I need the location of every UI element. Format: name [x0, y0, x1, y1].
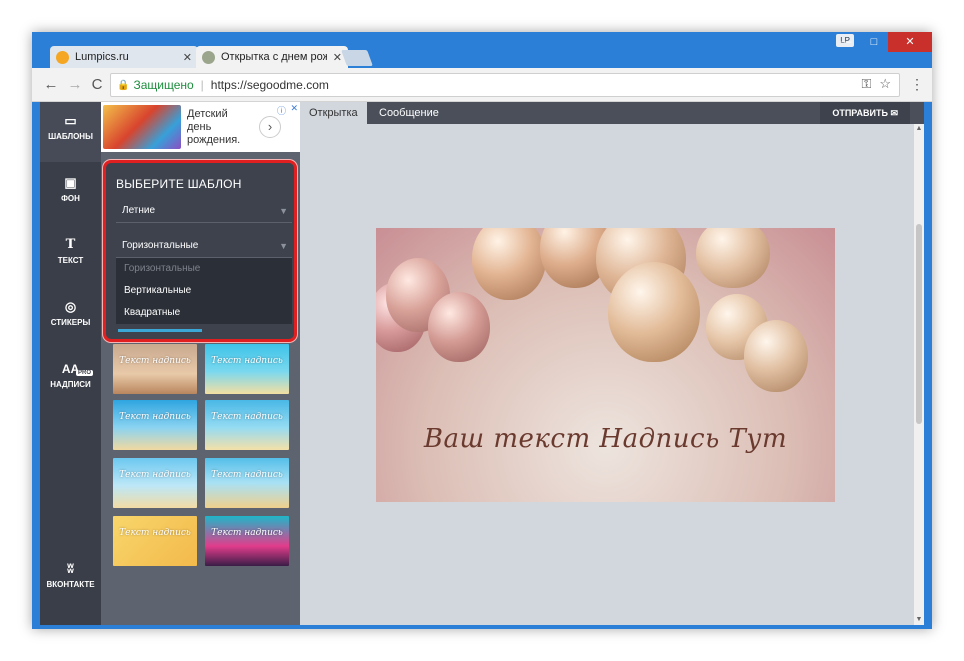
- rail-item-inscriptions[interactable]: PRO AA НАДПИСИ: [40, 350, 101, 410]
- ad-banner[interactable]: Детский день рождения. › ⓘ ✕: [101, 102, 300, 152]
- close-tab-icon[interactable]: ✕: [183, 51, 192, 64]
- ad-info-icon[interactable]: ⓘ: [277, 104, 286, 117]
- rail-item-background[interactable]: ▣ ФОН: [40, 164, 101, 224]
- minimize-button[interactable]: —: [832, 32, 860, 52]
- template-selector: ВЫБЕРИТЕ ШАБЛОН Летние ▼ Горизонтальные …: [103, 160, 297, 342]
- pro-badge: PRO: [75, 370, 93, 376]
- rail-item-stickers[interactable]: ◎ СТИКЕРЫ: [40, 288, 101, 348]
- template-thumbnail[interactable]: Текст надпись: [205, 458, 289, 508]
- template-thumbnail[interactable]: Текст надпись: [205, 344, 289, 394]
- balloon: [744, 320, 808, 392]
- window-controls: — □ ✕: [832, 32, 932, 52]
- tab-card[interactable]: Открытка с днем рожде ✕: [196, 46, 348, 68]
- rail-item-vk[interactable]: ʬ ВКОНТАКТЕ: [40, 550, 101, 610]
- content-tabs: Открытка Сообщение ОТПРАВИТЬ ✉: [300, 102, 924, 124]
- vk-icon: ʬ: [67, 561, 74, 576]
- more-menu-icon[interactable]: ⋮: [910, 76, 924, 92]
- active-underline: [118, 329, 202, 332]
- browser-toolbar: ← → C 🔒 Защищено | https://segoodme.com …: [32, 68, 932, 102]
- editor-sidebar: ▭ ШАБЛОНЫ ▣ ФОН T ТЕКСТ ◎ СТИКЕРЫ PRO AA…: [40, 102, 101, 625]
- option-square[interactable]: Квадратные: [116, 302, 292, 324]
- dropdown-value: Горизонтальные: [122, 240, 199, 251]
- thumb-caption: Текст надпись: [119, 470, 191, 480]
- address-bar-actions: ⚿ ☆: [861, 76, 891, 92]
- rail-label: ШАБЛОНЫ: [48, 132, 93, 141]
- orientation-dropdown[interactable]: Горизонтальные ▼: [116, 234, 292, 258]
- tab-label: Lumpics.ru: [75, 51, 129, 63]
- thumb-caption: Текст надпись: [119, 412, 191, 422]
- thumb-caption: Текст надпись: [119, 528, 191, 538]
- lock-icon: 🔒: [117, 79, 130, 91]
- rail-item-templates[interactable]: ▭ ШАБЛОНЫ: [40, 102, 101, 162]
- scroll-down-icon[interactable]: ▼: [914, 615, 924, 625]
- thumb-caption: Текст надпись: [119, 356, 191, 366]
- rail-item-text[interactable]: T ТЕКСТ: [40, 226, 101, 286]
- address-bar[interactable]: 🔒 Защищено | https://segoodme.com ⚿ ☆: [110, 73, 900, 97]
- template-thumbnail[interactable]: Текст надпись: [113, 344, 197, 394]
- back-button[interactable]: ←: [42, 76, 60, 94]
- page-viewport: ▭ ШАБЛОНЫ ▣ ФОН T ТЕКСТ ◎ СТИКЕРЫ PRO AA…: [40, 102, 924, 625]
- template-icon: ▭: [64, 113, 77, 128]
- scrollbar[interactable]: ▲ ▼: [914, 124, 924, 625]
- close-tab-icon[interactable]: ✕: [333, 51, 342, 64]
- url-text[interactable]: https://segoodme.com: [211, 78, 329, 92]
- browser-window: Lumpics.ru ✕ Открытка с днем рожде ✕ LP …: [32, 32, 932, 629]
- key-icon[interactable]: ⚿: [861, 76, 871, 92]
- card-text[interactable]: Ваш текст Надпись Тут: [376, 424, 835, 454]
- ad-text: Детский день рождения.: [187, 107, 241, 146]
- template-thumbnail[interactable]: Текст надпись: [113, 400, 197, 450]
- close-window-button[interactable]: ✕: [888, 32, 932, 52]
- thumb-caption: Текст надпись: [211, 356, 283, 366]
- maximize-button[interactable]: □: [860, 32, 888, 52]
- ad-close-icon[interactable]: ✕: [290, 103, 298, 114]
- secure-label: Защищено: [133, 78, 194, 92]
- tab-card-editor[interactable]: Открытка: [300, 102, 367, 124]
- tab-message[interactable]: Сообщение: [370, 102, 448, 124]
- rail-label: СТИКЕРЫ: [50, 318, 91, 327]
- tab-strip: Lumpics.ru ✕ Открытка с днем рожде ✕ LP …: [32, 32, 932, 68]
- card-favicon-icon: [202, 50, 215, 64]
- card-canvas[interactable]: Ваш текст Надпись Тут: [376, 228, 835, 502]
- balloon: [472, 228, 546, 300]
- option-vertical[interactable]: Вертикальные: [116, 280, 292, 302]
- balloon: [696, 228, 770, 288]
- tab-label: Открытка с днем рожде: [221, 51, 327, 63]
- dropdown-value: Летние: [122, 205, 156, 216]
- reload-button[interactable]: C: [88, 76, 106, 94]
- category-dropdown[interactable]: Летние ▼: [116, 199, 292, 223]
- divider: |: [200, 78, 204, 92]
- thumb-caption: Текст надпись: [211, 470, 283, 480]
- chevron-down-icon: ▼: [279, 206, 288, 216]
- text-icon: T: [65, 237, 76, 252]
- template-thumbnail[interactable]: Текст надпись: [113, 516, 197, 566]
- scroll-thumb[interactable]: [916, 224, 922, 424]
- selector-title: ВЫБЕРИТЕ ШАБЛОН: [116, 177, 242, 191]
- template-thumbnail[interactable]: Текст надпись: [113, 458, 197, 508]
- template-thumbnail[interactable]: Текст надпись: [205, 400, 289, 450]
- rail-label: ФОН: [61, 194, 80, 203]
- rail-label: НАДПИСИ: [50, 380, 91, 389]
- background-icon: ▣: [64, 175, 77, 190]
- star-icon[interactable]: ☆: [879, 76, 891, 92]
- scroll-up-icon[interactable]: ▲: [914, 124, 924, 134]
- lumpics-favicon-icon: [56, 50, 69, 64]
- ad-arrow-button[interactable]: ›: [259, 116, 281, 138]
- send-button[interactable]: ОТПРАВИТЬ ✉: [820, 102, 910, 124]
- option-horizontal[interactable]: Горизонтальные: [116, 258, 292, 280]
- rail-label: ТЕКСТ: [57, 256, 84, 265]
- tab-lumpics[interactable]: Lumpics.ru ✕: [50, 46, 198, 68]
- balloon: [428, 292, 490, 362]
- new-tab-button[interactable]: [341, 50, 373, 66]
- rail-label: ВКОНТАКТЕ: [46, 580, 95, 589]
- ad-image: [103, 105, 181, 149]
- thumb-caption: Текст надпись: [211, 412, 283, 422]
- thumb-caption: Текст надпись: [211, 528, 283, 538]
- orientation-options: Горизонтальные Вертикальные Квадратные: [116, 258, 292, 324]
- template-thumbnail[interactable]: Текст надпись: [205, 516, 289, 566]
- forward-button[interactable]: →: [66, 76, 84, 94]
- balloon: [608, 262, 700, 362]
- sticker-icon: ◎: [64, 299, 77, 314]
- chevron-down-icon: ▼: [279, 241, 288, 251]
